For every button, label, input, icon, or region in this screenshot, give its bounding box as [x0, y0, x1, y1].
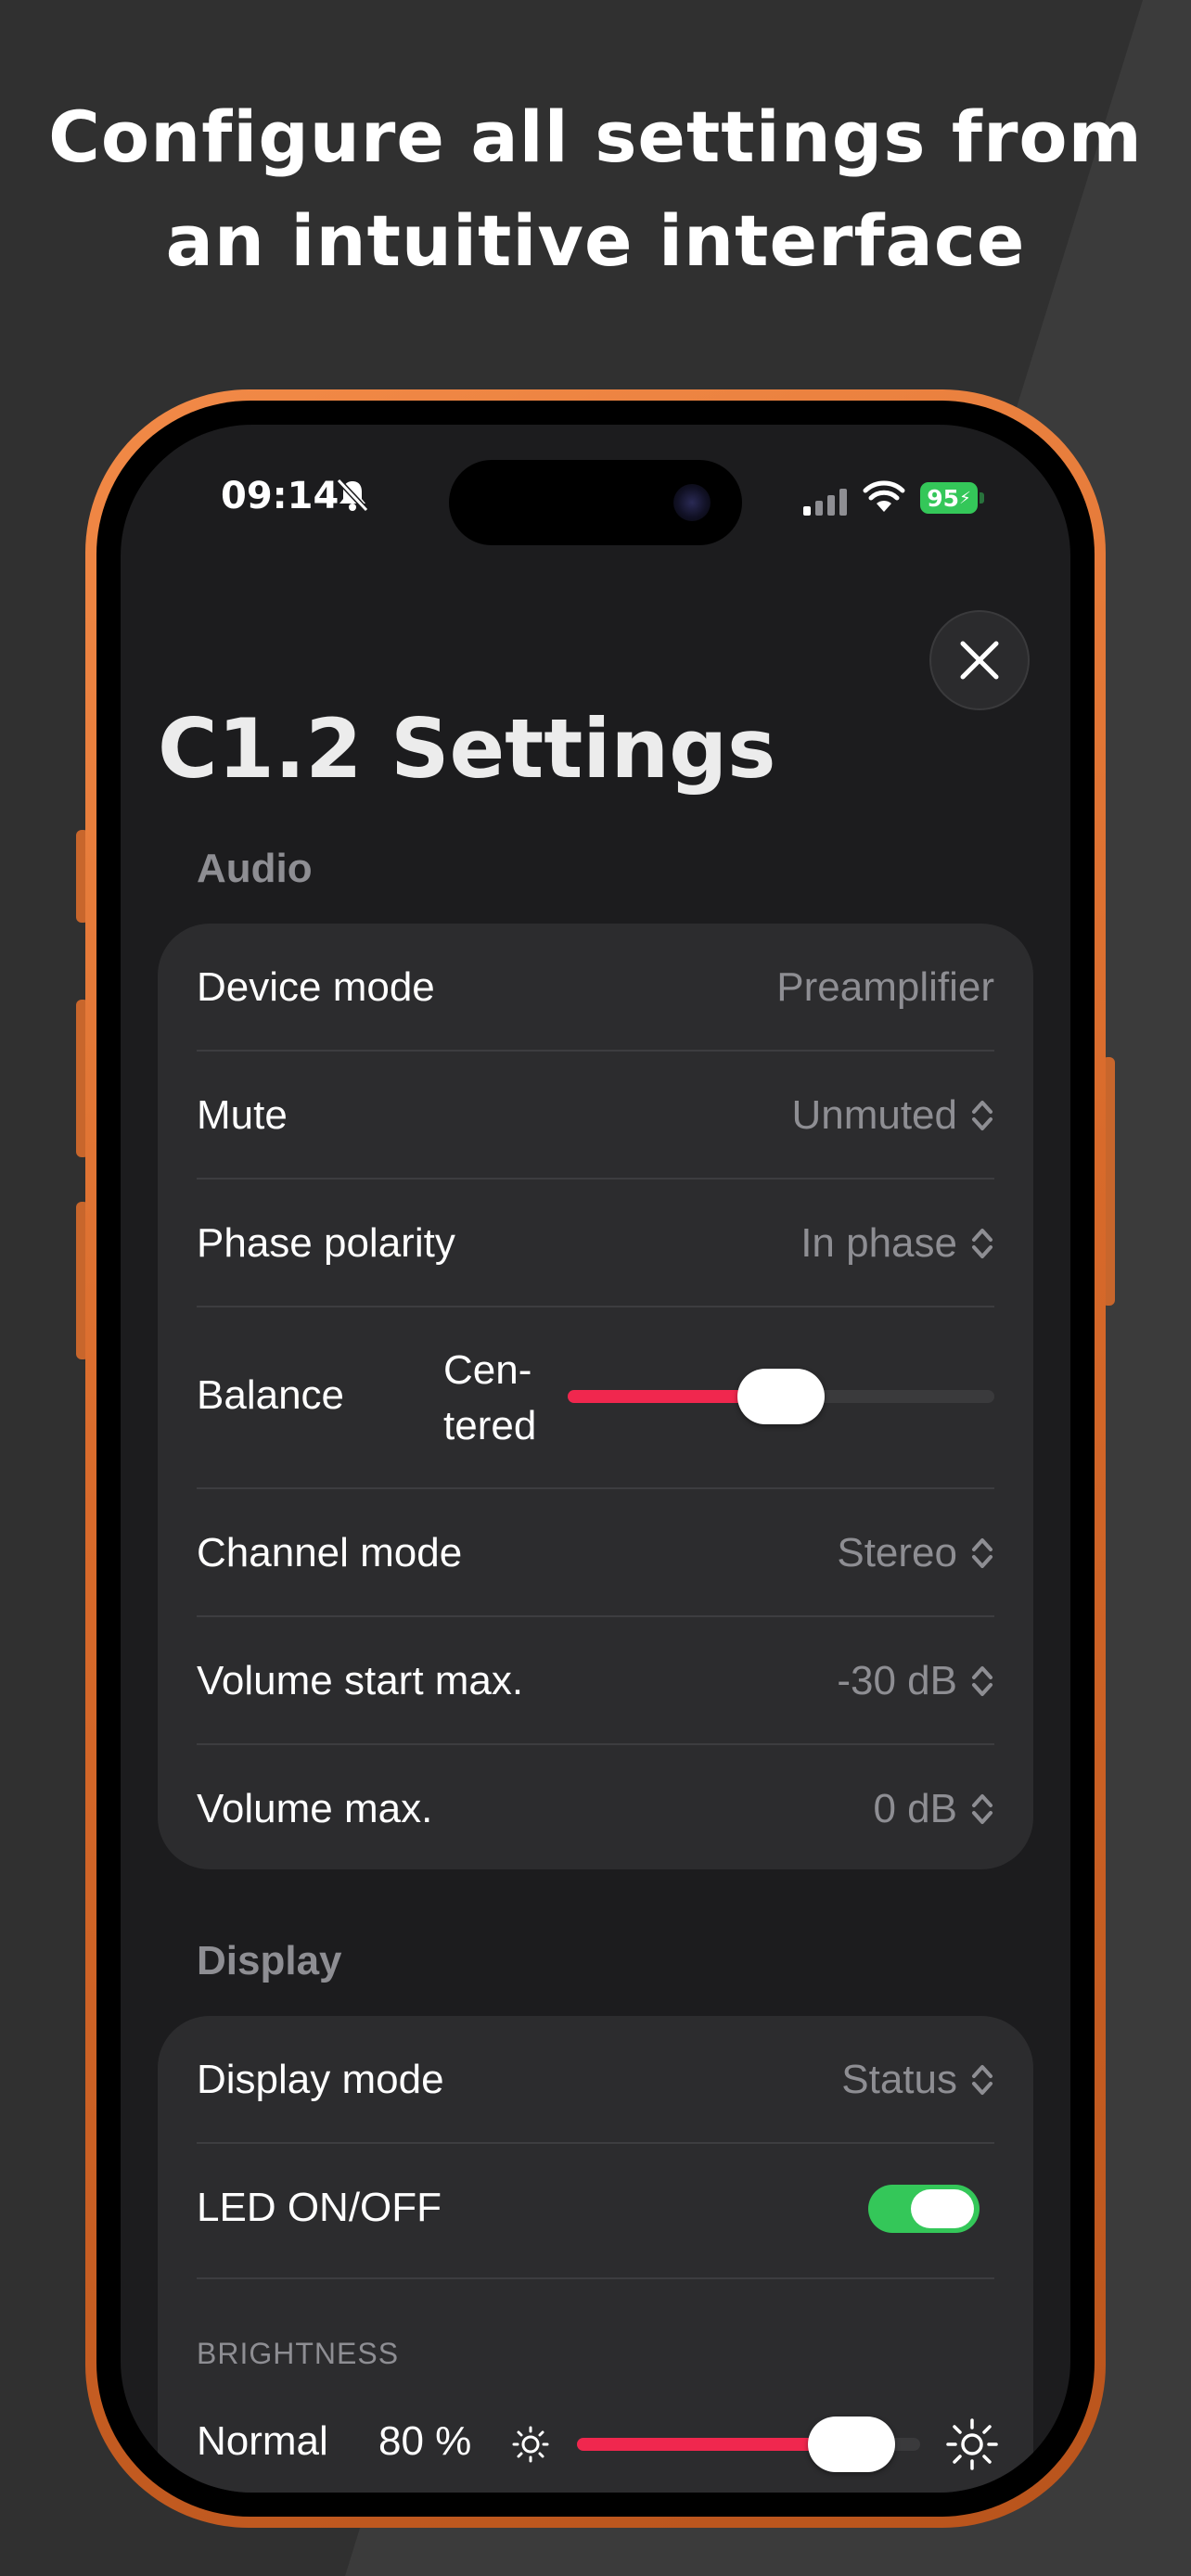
balance-slider-thumb[interactable] [737, 1369, 825, 1424]
brightness-section-label: BRIGHTNESS [197, 2337, 400, 2370]
channel-mode-label: Channel mode [197, 1530, 463, 1575]
chevron-updown-icon [972, 1229, 992, 1258]
led-toggle-knob [911, 2189, 974, 2228]
divider [197, 1178, 994, 1180]
marketing-headline: Configure all settings from an intuitive… [0, 85, 1191, 293]
divider [197, 1743, 994, 1745]
status-time: 09:14 [221, 475, 339, 517]
volume-max-label: Volume max. [197, 1786, 433, 1831]
volume-start-max-label: Volume start max. [197, 1658, 524, 1703]
display-card: Display mode Status LED ON/OFF BRIGHTNES… [158, 2016, 1033, 2493]
balance-value: Cen- tered [443, 1343, 536, 1454]
volume-max-picker[interactable]: 0 dB [873, 1786, 994, 1832]
close-button[interactable] [929, 610, 1030, 710]
row-phase-polarity[interactable]: Phase polarity In phase [197, 1209, 994, 1278]
chevron-updown-icon [972, 2065, 992, 2095]
mute-value: Unmuted [791, 1092, 957, 1138]
balance-value-line-1: Cen- [443, 1347, 532, 1393]
divider [197, 2142, 994, 2144]
row-channel-mode[interactable]: Channel mode Stereo [197, 1519, 994, 1588]
section-header-audio: Audio [197, 846, 313, 891]
device-mode-value: Preamplifier [776, 964, 994, 1010]
battery-level: 95 [927, 484, 960, 512]
chevron-updown-icon [972, 1538, 992, 1568]
phase-polarity-value: In phase [800, 1220, 957, 1266]
channel-mode-picker[interactable]: Stereo [837, 1530, 994, 1576]
row-brightness: Normal 80 % [197, 2398, 998, 2487]
headline-line-1: Configure all settings from [48, 96, 1143, 178]
close-icon [960, 641, 999, 680]
wifi-icon [863, 480, 905, 512]
section-header-display: Display [197, 1938, 342, 1983]
sun-small-icon [512, 2426, 549, 2463]
battery-nub [980, 492, 984, 504]
row-volume-max[interactable]: Volume max. 0 dB [197, 1775, 994, 1843]
divider [197, 2277, 994, 2279]
page-title: C1.2 Settings [158, 701, 776, 797]
mute-label: Mute [197, 1092, 288, 1138]
display-mode-value: Status [841, 2057, 957, 2102]
chevron-updown-icon [972, 1101, 992, 1130]
row-balance: Balance Cen- tered [197, 1306, 994, 1487]
channel-mode-value: Stereo [837, 1530, 957, 1575]
mute-picker[interactable]: Unmuted [791, 1092, 994, 1139]
row-device-mode[interactable]: Device mode Preamplifier [197, 953, 994, 1022]
battery-icon: 95 ⚡ [920, 482, 978, 514]
balance-label: Balance [197, 1372, 345, 1418]
led-label: LED ON/OFF [197, 2185, 442, 2230]
brightness-value: 80 % [378, 2418, 472, 2464]
led-toggle[interactable] [868, 2185, 980, 2233]
divider [197, 1487, 994, 1489]
row-mute[interactable]: Mute Unmuted [197, 1081, 994, 1150]
bell-slash-icon [336, 478, 369, 513]
brightness-slider[interactable] [577, 2417, 920, 2472]
phase-polarity-picker[interactable]: In phase [800, 1220, 994, 1267]
volume-max-value: 0 dB [873, 1786, 957, 1831]
sun-large-icon [946, 2418, 998, 2470]
balance-slider[interactable] [568, 1369, 994, 1424]
row-volume-start-max[interactable]: Volume start max. -30 dB [197, 1647, 994, 1715]
headline-line-2: an intuitive interface [165, 199, 1026, 282]
display-mode-label: Display mode [197, 2057, 444, 2102]
balance-value-line-2: tered [443, 1403, 537, 1448]
divider [197, 1050, 994, 1052]
phase-polarity-label: Phase polarity [197, 1220, 455, 1266]
brightness-slider-thumb[interactable] [808, 2417, 895, 2472]
divider [197, 1615, 994, 1617]
display-mode-picker[interactable]: Status [841, 2057, 994, 2103]
row-display-mode[interactable]: Display mode Status [197, 2046, 994, 2114]
audio-card: Device mode Preamplifier Mute Unmuted Ph… [158, 924, 1033, 1869]
dynamic-island [449, 460, 742, 545]
device-mode-label: Device mode [197, 964, 435, 1010]
chevron-updown-icon [972, 1666, 992, 1696]
chevron-updown-icon [972, 1794, 992, 1824]
phone-screen: 09:14 95 ⚡ C1.2 Settings Audio Device mod… [121, 425, 1070, 2493]
volume-start-max-picker[interactable]: -30 dB [837, 1658, 994, 1704]
brightness-name: Normal [197, 2418, 328, 2464]
camera-lens [673, 484, 711, 521]
signal-icon [803, 489, 847, 516]
volume-start-max-value: -30 dB [837, 1658, 957, 1703]
